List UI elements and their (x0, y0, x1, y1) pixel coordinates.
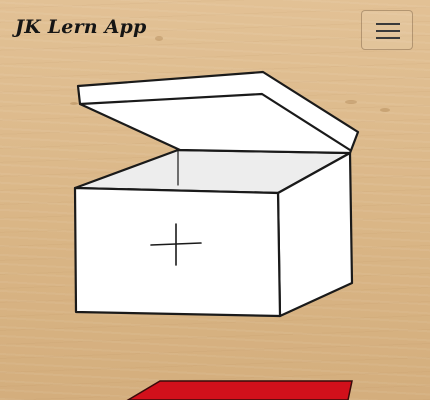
open-box-plus-icon[interactable] (73, 70, 360, 318)
illustration-canvas (73, 70, 360, 400)
red-box-icon[interactable] (126, 380, 353, 400)
